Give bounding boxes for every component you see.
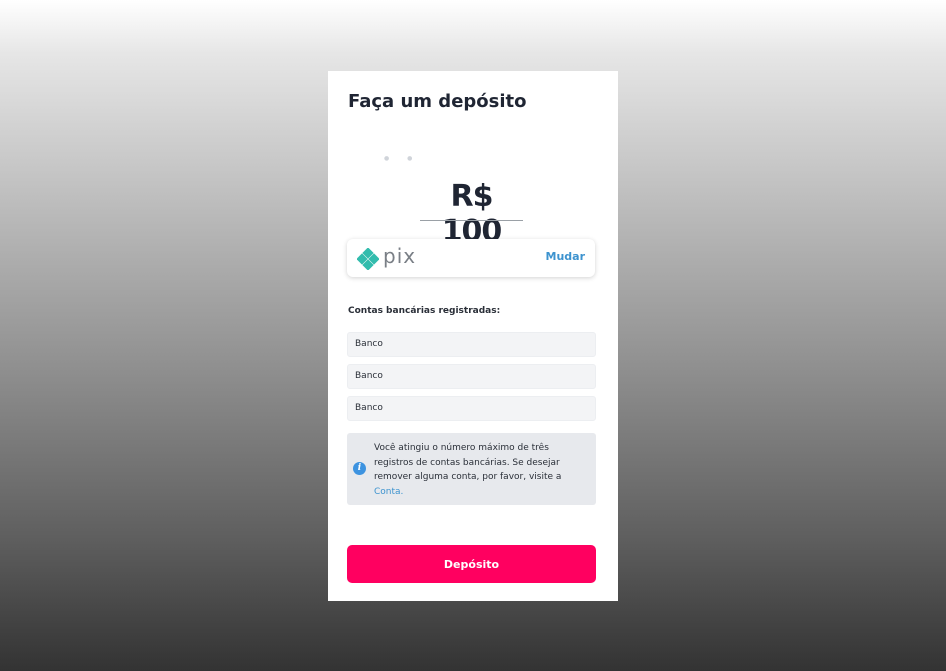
account-link[interactable]: Conta. (374, 487, 403, 497)
bank-account-item[interactable]: Banco (347, 364, 596, 389)
loading-dots: ● ● (384, 155, 421, 162)
info-icon: i (353, 462, 366, 475)
pix-logo: pix (357, 244, 421, 270)
change-payment-button[interactable]: Mudar (546, 250, 586, 263)
amount-underline (420, 220, 523, 221)
notice-message: Você atingiu o número máximo de três reg… (374, 443, 562, 482)
notice-text: Você atingiu o número máximo de três reg… (374, 441, 586, 499)
pix-logo-icon (357, 248, 379, 270)
deposit-button[interactable]: Depósito (347, 545, 596, 583)
account-limit-notice: i Você atingiu o número máximo de três r… (347, 433, 596, 505)
registered-accounts-label: Contas bancárias registradas: (348, 306, 501, 316)
bank-account-item[interactable]: Banco (347, 396, 596, 421)
deposit-modal: Faça um depósito ● ● R$ 100 pix Mudar Co… (328, 71, 618, 601)
modal-title: Faça um depósito (348, 91, 527, 112)
payment-method-card[interactable]: pix Mudar (347, 239, 595, 277)
pix-wordmark: pix (383, 244, 417, 268)
bank-account-item[interactable]: Banco (347, 332, 596, 357)
